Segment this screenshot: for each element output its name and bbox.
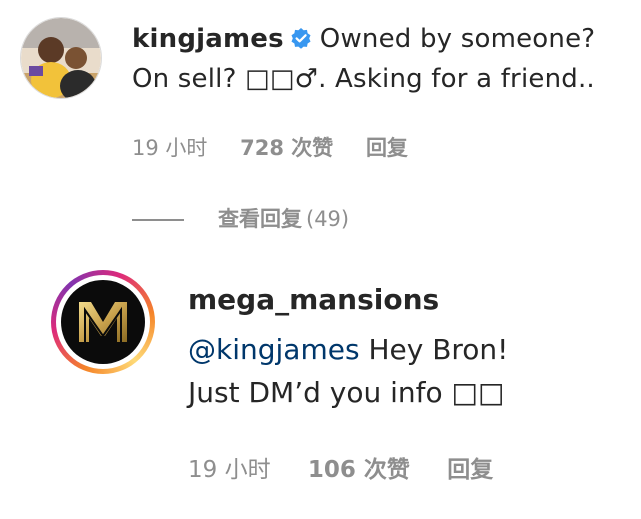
comment-text-line: kingjames Owned by someone?: [132, 24, 595, 54]
comment-meta: 19 小时 728 次赞 回复: [132, 132, 408, 162]
verified-badge-icon: [290, 27, 312, 49]
profile-photo: [21, 18, 101, 98]
replies-divider: [132, 219, 184, 221]
reply-text-line: @kingjames Hey Bron!: [188, 333, 508, 366]
reply-button[interactable]: 回复: [447, 450, 493, 484]
reply-timestamp: 19 小时: [188, 457, 271, 483]
replies-count: (49): [306, 207, 350, 231]
reply-meta: 19 小时 106 次赞 回复: [188, 450, 493, 484]
reply-header: mega_mansions: [188, 283, 439, 316]
avatar-mega-mansions[interactable]: [51, 270, 155, 374]
username-link[interactable]: mega_mansions: [188, 283, 439, 316]
brand-logo: [61, 280, 145, 364]
username-link[interactable]: kingjames: [132, 24, 284, 54]
comment-thread: kingjames Owned by someone? On sell? □□♂.…: [0, 0, 641, 519]
mention-link[interactable]: @kingjames: [188, 333, 360, 366]
view-replies-label: 查看回复: [218, 207, 302, 231]
view-replies-button[interactable]: 查看回复 (49): [132, 203, 349, 233]
comment-text: Owned by someone?: [319, 24, 596, 54]
mega-mansions-logo-icon: [79, 302, 127, 342]
avatar-kingjames[interactable]: [20, 17, 102, 99]
comment-text-continued: On sell? □□♂. Asking for a friend..: [132, 64, 595, 94]
reply-text-continued: Just DM’d you info □□: [188, 376, 505, 409]
comment-likes-count[interactable]: 728 次赞: [240, 132, 333, 162]
reply-likes-count[interactable]: 106 次赞: [308, 450, 410, 484]
reply-text: Hey Bron!: [359, 333, 509, 366]
reply-button[interactable]: 回复: [366, 132, 408, 162]
comment-timestamp: 19 小时: [132, 136, 208, 160]
